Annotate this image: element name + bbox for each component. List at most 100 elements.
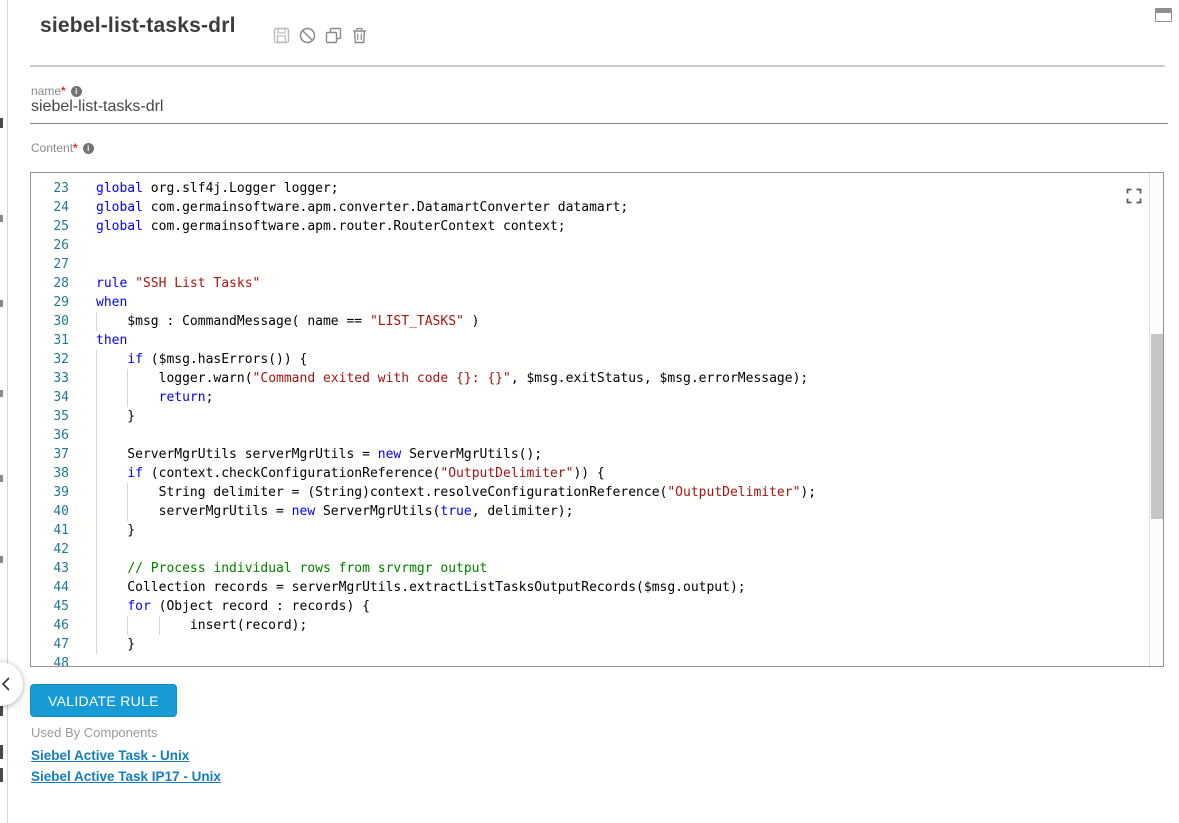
line-number: 30 bbox=[31, 312, 69, 331]
line-number: 32 bbox=[31, 350, 69, 369]
line-number: 47 bbox=[31, 635, 69, 654]
line-number: 29 bbox=[31, 293, 69, 312]
line-number: 43 bbox=[31, 559, 69, 578]
indent-guide bbox=[96, 578, 97, 597]
required-asterisk: * bbox=[73, 141, 78, 155]
line-number: 39 bbox=[31, 483, 69, 502]
code-line[interactable]: 30 $msg : CommandMessage( name == "LIST_… bbox=[31, 312, 1149, 331]
line-number: 48 bbox=[31, 654, 69, 667]
line-number: 35 bbox=[31, 407, 69, 426]
indent-guide bbox=[96, 388, 97, 407]
collapse-panel-button[interactable] bbox=[0, 662, 23, 706]
content-label-text: Content bbox=[31, 141, 73, 155]
line-number: 31 bbox=[31, 331, 69, 350]
chevron-left-icon bbox=[0, 662, 23, 706]
panel-fragment bbox=[0, 556, 3, 563]
line-number: 28 bbox=[31, 274, 69, 293]
line-number: 24 bbox=[31, 198, 69, 217]
used-by-link[interactable]: Siebel Active Task IP17 - Unix bbox=[31, 769, 221, 784]
title-action-bar bbox=[273, 27, 368, 44]
indent-guide bbox=[96, 426, 97, 445]
name-input[interactable]: siebel-list-tasks-drl bbox=[31, 98, 163, 116]
indent-guide bbox=[96, 521, 97, 540]
indent-guide bbox=[96, 312, 97, 331]
line-number: 41 bbox=[31, 521, 69, 540]
content-field-label: Content* i bbox=[31, 141, 94, 155]
indent-guide bbox=[96, 597, 97, 616]
indent-guide bbox=[159, 616, 160, 635]
code-line[interactable]: 27 bbox=[31, 255, 1149, 274]
required-asterisk: * bbox=[61, 84, 66, 98]
indent-guide bbox=[96, 407, 97, 426]
panel-fragment bbox=[0, 768, 3, 782]
line-number: 27 bbox=[31, 255, 69, 274]
save-icon[interactable] bbox=[273, 27, 290, 44]
validate-rule-button[interactable]: VALIDATE RULE bbox=[30, 684, 177, 717]
code-line[interactable]: 43 // Process individual rows from srvrm… bbox=[31, 559, 1149, 578]
indent-guide bbox=[96, 350, 97, 369]
info-icon[interactable]: i bbox=[71, 86, 82, 97]
code-line[interactable]: 46 insert(record); bbox=[31, 616, 1149, 635]
name-field-label: name*i bbox=[31, 84, 82, 98]
code-line[interactable]: 40 serverMgrUtils = new ServerMgrUtils(t… bbox=[31, 502, 1149, 521]
fullscreen-icon[interactable] bbox=[1126, 188, 1142, 204]
code-line[interactable]: 26 bbox=[31, 236, 1149, 255]
code-line[interactable]: 45 for (Object record : records) { bbox=[31, 597, 1149, 616]
page-title: siebel-list-tasks-drl bbox=[40, 14, 236, 38]
code-line[interactable]: 22 bbox=[31, 172, 1149, 179]
code-line[interactable]: 44 Collection records = serverMgrUtils.e… bbox=[31, 578, 1149, 597]
info-icon[interactable]: i bbox=[83, 143, 94, 154]
panel-fragment bbox=[0, 300, 3, 307]
indent-guide bbox=[127, 483, 128, 502]
editor-scrollbar[interactable] bbox=[1149, 173, 1163, 666]
code-line[interactable]: 31then bbox=[31, 331, 1149, 350]
line-number: 45 bbox=[31, 597, 69, 616]
indent-guide bbox=[96, 540, 97, 559]
code-line[interactable]: 24global com.germainsoftware.apm.convert… bbox=[31, 198, 1149, 217]
code-line[interactable]: 28rule "SSH List Tasks" bbox=[31, 274, 1149, 293]
delete-icon[interactable] bbox=[351, 27, 368, 44]
line-number: 34 bbox=[31, 388, 69, 407]
indent-guide bbox=[127, 616, 128, 635]
code-line[interactable]: 25global com.germainsoftware.apm.router.… bbox=[31, 217, 1149, 236]
code-editor[interactable]: 2223global org.slf4j.Logger logger;24glo… bbox=[30, 172, 1164, 667]
code-line[interactable]: 47 } bbox=[31, 635, 1149, 654]
used-by-components-label: Used By Components bbox=[31, 725, 157, 740]
line-number: 22 bbox=[31, 172, 69, 179]
code-line[interactable]: 34 return; bbox=[31, 388, 1149, 407]
line-number: 38 bbox=[31, 464, 69, 483]
name-input-underline bbox=[30, 123, 1168, 124]
panel-fragment bbox=[0, 475, 3, 482]
code-line[interactable]: 42 bbox=[31, 540, 1149, 559]
panel-fragment bbox=[0, 215, 3, 222]
panel-fragment bbox=[0, 745, 3, 759]
code-line[interactable]: 23global org.slf4j.Logger logger; bbox=[31, 179, 1149, 198]
code-line[interactable]: 32 if ($msg.hasErrors()) { bbox=[31, 350, 1149, 369]
indent-guide bbox=[96, 464, 97, 483]
indent-guide bbox=[96, 483, 97, 502]
code-line[interactable]: 29when bbox=[31, 293, 1149, 312]
header-divider bbox=[30, 65, 1165, 67]
line-number: 36 bbox=[31, 426, 69, 445]
indent-guide bbox=[127, 388, 128, 407]
indent-guide bbox=[127, 502, 128, 521]
code-line[interactable]: 36 bbox=[31, 426, 1149, 445]
code-line[interactable]: 33 logger.warn("Command exited with code… bbox=[31, 369, 1149, 388]
code-line[interactable]: 38 if (context.checkConfigurationReferen… bbox=[31, 464, 1149, 483]
cancel-icon[interactable] bbox=[299, 27, 316, 44]
code-line[interactable]: 35 } bbox=[31, 407, 1149, 426]
indent-guide bbox=[96, 559, 97, 578]
line-number: 25 bbox=[31, 217, 69, 236]
window-panel-icon[interactable] bbox=[1155, 8, 1172, 22]
code-line[interactable]: 48 bbox=[31, 654, 1149, 667]
used-by-link[interactable]: Siebel Active Task - Unix bbox=[31, 748, 221, 763]
copy-icon[interactable] bbox=[325, 27, 342, 44]
code-line[interactable]: 41 } bbox=[31, 521, 1149, 540]
editor-scrollbar-thumb[interactable] bbox=[1151, 334, 1164, 519]
panel-fragment bbox=[0, 118, 3, 128]
code-line[interactable]: 37 ServerMgrUtils serverMgrUtils = new S… bbox=[31, 445, 1149, 464]
code-line[interactable]: 39 String delimiter = (String)context.re… bbox=[31, 483, 1149, 502]
line-number: 33 bbox=[31, 369, 69, 388]
panel-fragment bbox=[0, 390, 3, 397]
line-number: 46 bbox=[31, 616, 69, 635]
